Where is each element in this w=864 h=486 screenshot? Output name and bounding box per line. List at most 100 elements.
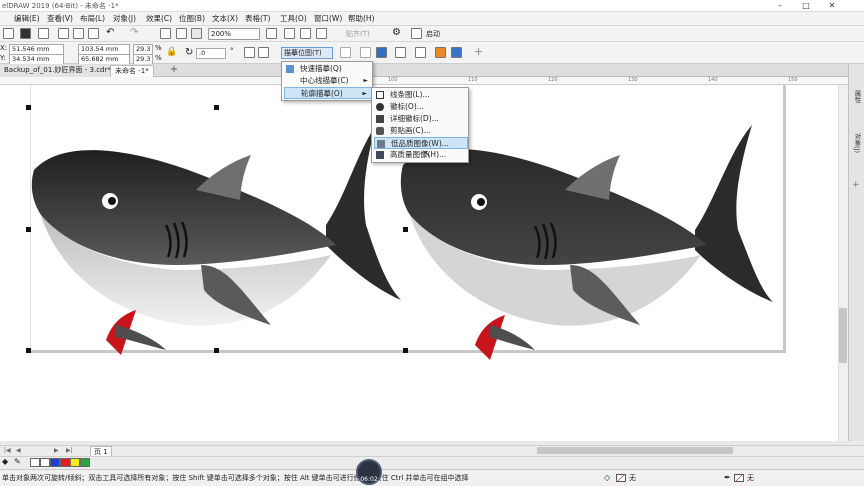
menu-bitmaps[interactable]: 位图(B)	[179, 13, 205, 25]
paste-icon[interactable]	[88, 28, 99, 39]
previous-page-button[interactable]: ◀	[16, 447, 21, 454]
redo-icon[interactable]: ↷	[130, 27, 138, 38]
recording-timer: 06:02	[356, 459, 382, 485]
new-icon[interactable]	[3, 28, 14, 39]
outline-pen-icon: ✒	[724, 473, 731, 482]
grid-icon[interactable]	[300, 28, 311, 39]
quick-trace-icon	[286, 65, 294, 73]
options-gear-icon[interactable]: ⚙	[392, 27, 401, 38]
ruler-tick: 150	[788, 77, 798, 83]
next-page-button[interactable]: ▶	[54, 447, 59, 454]
menu-effects[interactable]: 效果(C)	[146, 13, 172, 25]
selection-handle[interactable]	[214, 105, 219, 110]
minimize-button[interactable]: –	[768, 0, 792, 12]
menu-item-logo[interactable]: 徽标(O)...	[374, 101, 468, 113]
angle-input[interactable]: .0	[196, 48, 226, 59]
menu-item-centerline-trace[interactable]: 中心线描摹(C) ►	[284, 75, 372, 87]
standard-toolbar: ↶ ↷ 200% 贴齐(T) ⚙ 启动	[0, 26, 864, 42]
selection-handle[interactable]	[214, 348, 219, 353]
shark-bitmap-original[interactable]	[26, 115, 406, 355]
selection-handle[interactable]	[26, 348, 31, 353]
save-icon[interactable]	[20, 28, 31, 39]
menu-item-clipart[interactable]: 剪贴画(C)...	[374, 125, 468, 137]
menu-item-quick-trace[interactable]: 快速描摹(Q)	[284, 63, 372, 75]
trace-bitmap-button[interactable]: 描摹位图(T)	[281, 47, 333, 59]
no-color-swatch[interactable]	[30, 458, 40, 467]
selection-handle[interactable]	[26, 105, 31, 110]
menu-help[interactable]: 帮助(H)	[348, 13, 375, 25]
undo-icon[interactable]: ↶	[106, 27, 114, 38]
add-tab-button[interactable]: +	[168, 64, 180, 76]
to-front-icon[interactable]	[435, 47, 446, 58]
menu-window[interactable]: 窗口(W)	[314, 13, 342, 25]
add-icon[interactable]: +	[474, 45, 483, 58]
vertical-scrollbar[interactable]	[838, 85, 848, 441]
status-hint-text: 单击对象两次可旋转/倾斜；双击工具可选择所有对象；按住 Shift 键单击可选择…	[2, 474, 469, 482]
crop-bitmap-icon[interactable]	[360, 47, 371, 58]
low-quality-image-icon	[377, 140, 385, 148]
edit-bitmap-icon[interactable]	[340, 47, 351, 58]
fill-status-label: 无	[629, 474, 636, 482]
snap-to-dropdown[interactable]: 贴齐(T)	[346, 29, 370, 39]
eyedropper-icon[interactable]: ✎	[14, 457, 21, 466]
mirror-vertical-icon[interactable]	[258, 47, 269, 58]
docker-tab-objects[interactable]: 对象(J)	[850, 133, 862, 169]
rotate-icon[interactable]: ↻	[185, 47, 193, 58]
color-swatch-blue[interactable]	[50, 458, 60, 467]
guidelines-icon[interactable]	[316, 28, 327, 39]
color-swatch-yellow[interactable]	[70, 458, 80, 467]
color-swatch-green[interactable]	[80, 458, 90, 467]
full-screen-icon[interactable]	[266, 28, 277, 39]
menu-item-low-quality-image[interactable]: 低品质图像(W)...	[374, 137, 468, 149]
tab-untitled-1[interactable]: 未命名 -1*	[110, 65, 154, 77]
selection-handle[interactable]	[26, 227, 31, 232]
bitmap-color-mask-icon[interactable]	[395, 47, 406, 58]
maximize-button[interactable]: □	[794, 0, 818, 12]
copy-icon[interactable]	[73, 28, 84, 39]
docker-tab-properties[interactable]: 属性	[850, 90, 862, 120]
page-navigator: |◀ ◀ ▶ ▶| 页 1	[0, 445, 864, 458]
menu-item-line-art[interactable]: 线条图(L)...	[374, 89, 468, 101]
menu-item-outline-trace[interactable]: 轮廓描摹(O) ►	[284, 87, 372, 99]
line-art-icon	[376, 91, 384, 99]
horizontal-scroll-thumb[interactable]	[537, 447, 733, 454]
docker-add-icon[interactable]: +	[852, 180, 860, 190]
close-button[interactable]: ✕	[820, 0, 844, 12]
cut-icon[interactable]	[58, 28, 69, 39]
fill-tool-icon[interactable]: ◆	[2, 457, 8, 466]
rulers-icon[interactable]	[284, 28, 295, 39]
document-tabs: Backup_of_01.妙匠界面 - 3.cdr* 未命名 -1* +	[0, 64, 848, 77]
launch-dropdown[interactable]: 启动	[426, 29, 440, 39]
color-swatch-red[interactable]	[60, 458, 70, 467]
menu-item-detailed-logo[interactable]: 详细徽标(D)...	[374, 113, 468, 125]
zoom-level-select[interactable]: 200%	[208, 28, 260, 40]
angle-unit: °	[230, 47, 234, 55]
launch-icon[interactable]	[411, 28, 422, 39]
export-icon[interactable]	[176, 28, 187, 39]
horizontal-ruler: 100 110 120 130 140 150	[0, 77, 848, 85]
mirror-horizontal-icon[interactable]	[244, 47, 255, 58]
vertical-scroll-thumb[interactable]	[839, 308, 847, 363]
link-bitmap-icon[interactable]	[415, 47, 426, 58]
first-page-button[interactable]: |◀	[4, 447, 11, 454]
print-icon[interactable]	[38, 28, 49, 39]
submenu-arrow-icon: ►	[362, 90, 367, 97]
menu-item-high-quality-image[interactable]: 高质量图像(H)...	[374, 149, 468, 161]
menu-table[interactable]: 表格(T)	[245, 13, 270, 25]
import-icon[interactable]	[160, 28, 171, 39]
last-page-button[interactable]: ▶|	[66, 447, 73, 454]
menu-text[interactable]: 文本(X)	[212, 13, 238, 25]
resample-icon[interactable]	[376, 47, 387, 58]
menu-object[interactable]: 对象(J)	[113, 13, 136, 25]
property-bar: X: 51.546 mm Y: 34.534 mm 103.54 mm 65.6…	[0, 42, 864, 65]
ruler-tick: 130	[628, 77, 638, 83]
lock-ratio-icon[interactable]: 🔒	[166, 47, 177, 57]
to-back-icon[interactable]	[451, 47, 462, 58]
pdf-icon[interactable]	[191, 28, 202, 39]
tab-backup-document[interactable]: Backup_of_01.妙匠界面 - 3.cdr*	[0, 65, 115, 77]
menu-edit[interactable]: 编辑(E)	[14, 13, 40, 25]
color-swatch-white[interactable]	[40, 458, 50, 467]
menu-layout[interactable]: 布局(L)	[80, 13, 105, 25]
menu-view[interactable]: 查看(V)	[47, 13, 73, 25]
menu-tools[interactable]: 工具(O)	[280, 13, 307, 25]
